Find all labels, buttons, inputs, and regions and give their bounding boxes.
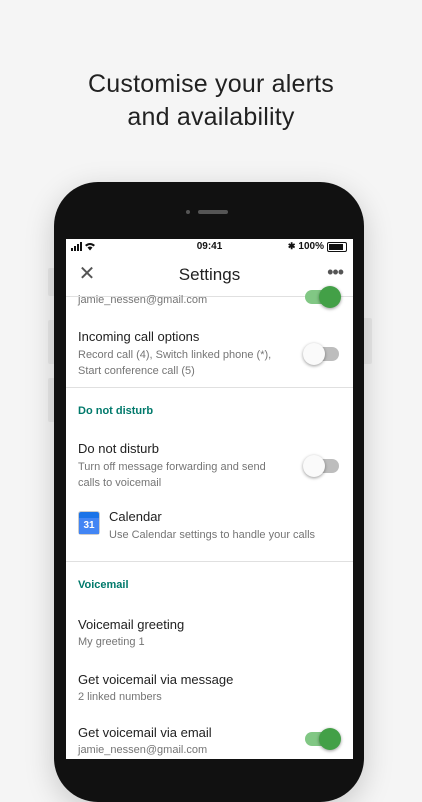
voicemail-message-title: Get voicemail via message [78,672,234,687]
status-bar: 09:41 ✱ 100% [66,239,353,256]
voicemail-email-subtitle: jamie_nessen@gmail.com [78,744,208,756]
divider [66,387,353,388]
calendar-title: Calendar [109,509,162,524]
incoming-call-title: Incoming call options [78,329,200,344]
calendar-subtitle: Use Calendar settings to handle your cal… [109,529,316,541]
dnd-title: Do not disturb [78,441,159,456]
more-options-icon[interactable]: ••• [327,262,344,283]
dnd-subtitle-1: Turn off message forwarding and send [78,461,266,473]
page-title: Settings [178,265,241,284]
section-header-voicemail: Voicemail [78,579,129,591]
battery-icon [327,241,347,252]
headline-line-2: and availability [127,103,295,131]
voicemail-greeting-title: Voicemail greeting [78,617,185,632]
section-header-dnd: Do not disturb [78,405,154,417]
dnd-subtitle-2: calls to voicemail [78,477,162,489]
bluetooth-icon: ✱ [287,241,296,251]
phone-speaker [198,210,228,214]
partial-toggle[interactable] [303,286,341,308]
voicemail-greeting-subtitle: My greeting 1 [78,636,145,648]
incoming-call-toggle[interactable] [303,343,341,365]
incoming-call-subtitle-2: Start conference call (5) [78,365,195,377]
dnd-toggle[interactable] [303,455,341,477]
incoming-call-subtitle-1: Record call (4), Switch linked phone (*)… [78,349,272,361]
divider [66,561,353,562]
phone-camera [186,210,190,214]
calendar-icon-number: 31 [79,518,99,534]
partial-subtitle: jamie_nessen@gmail.com [78,294,208,306]
headline-line-1: Customise your alerts [88,70,334,98]
calendar-icon: 31 [79,512,99,534]
voicemail-message-subtitle: 2 linked numbers [78,691,162,703]
voicemail-email-title: Get voicemail via email [78,725,212,740]
headline: Customise your alerts and availability [0,68,422,134]
voicemail-email-toggle[interactable] [303,728,341,750]
battery-percent: 100% [298,241,324,252]
phone-screen: 09:41 ✱ 100% ✕ Settings ••• jamie_nessen… [66,239,353,759]
